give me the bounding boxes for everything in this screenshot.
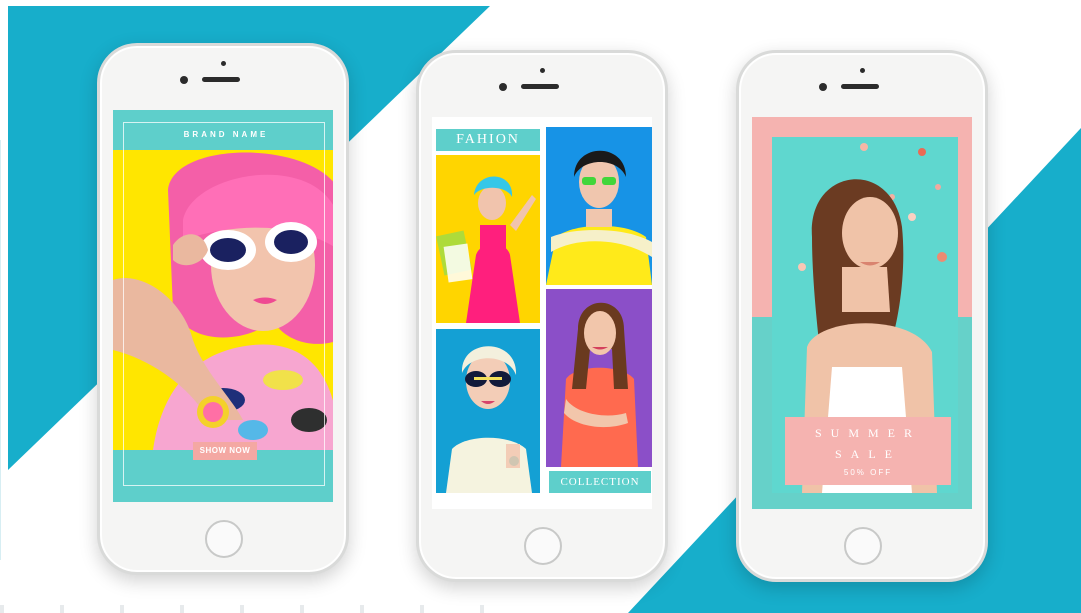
bottom-strip [0, 605, 520, 613]
phone-screen-sale: SUMMER SALE 50% OFF [752, 117, 972, 509]
sensor-icon [540, 68, 545, 73]
speaker-grille [521, 84, 559, 89]
phone-screen-brand: BRAND NAME SHOW NOW [113, 110, 333, 502]
speaker-grille [202, 77, 240, 82]
phone-screen-collage: FAHION COLLECTION [432, 117, 652, 509]
woman-with-bags-illustration [436, 155, 540, 323]
front-camera-icon [819, 83, 827, 91]
phone-mockup-collage: FAHION COLLECTION [416, 50, 668, 582]
collage-photo-coral-dress [546, 289, 652, 467]
home-button[interactable] [205, 520, 243, 558]
sensor-icon [221, 61, 226, 66]
phone-mockup-sale: SUMMER SALE 50% OFF [736, 50, 988, 582]
sensor-icon [860, 68, 865, 73]
woman-blonde-illustration [436, 329, 540, 493]
collection-label: COLLECTION [549, 471, 651, 493]
summer-sale-banner: SUMMER SALE 50% OFF [785, 417, 951, 485]
home-button[interactable] [524, 527, 562, 565]
brand-inner-border [123, 122, 325, 486]
front-camera-icon [180, 76, 188, 84]
woman-coral-dress-illustration [546, 289, 652, 467]
sale-subheadline: SALE [835, 447, 901, 461]
sale-headline: SUMMER [814, 426, 921, 440]
background-line [0, 140, 1, 560]
front-camera-icon [499, 83, 507, 91]
speaker-grille [841, 84, 879, 89]
brand-name-label: BRAND NAME [183, 130, 269, 139]
sale-discount: 50% OFF [843, 468, 893, 477]
woman-green-glasses-illustration [546, 127, 652, 285]
home-button[interactable] [844, 527, 882, 565]
show-now-button[interactable]: SHOW NOW [193, 442, 257, 460]
collage-photo-blonde [436, 329, 540, 493]
collage-photo-green-glasses [546, 127, 652, 285]
collage-title: FAHION [436, 129, 540, 151]
phone-mockup-brand: BRAND NAME SHOW NOW [97, 43, 349, 575]
collage-photo-shopping [436, 155, 540, 323]
